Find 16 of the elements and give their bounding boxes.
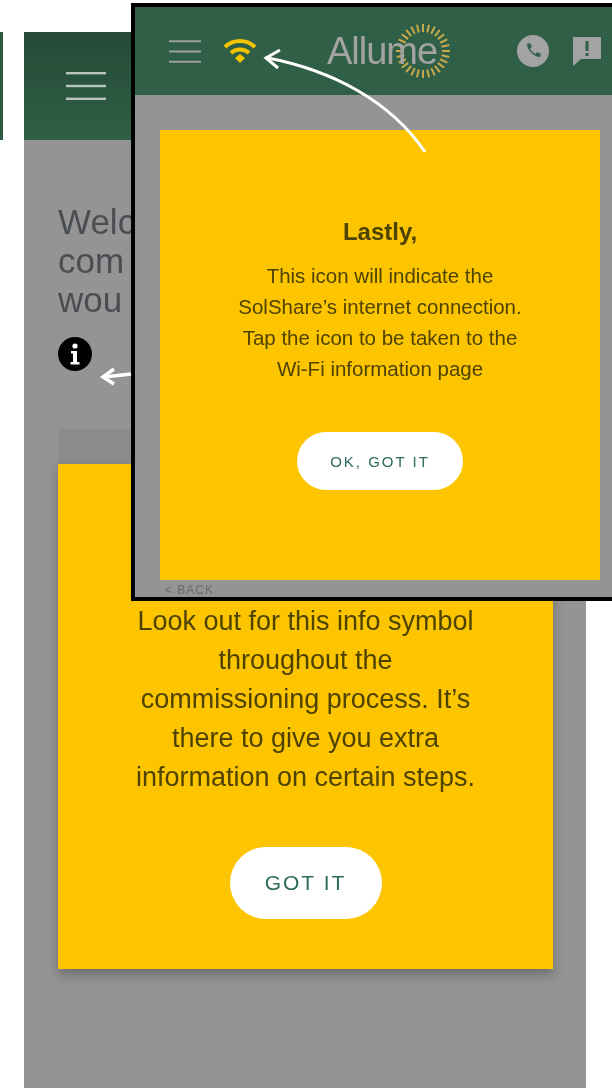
menu-icon[interactable] xyxy=(169,38,201,64)
card-message: This icon will indicate the SolShare’s internet connection. Tap the icon to be taken to the Wi-Fi information page xyxy=(237,263,523,382)
card-title: Lastly, xyxy=(342,218,418,246)
logo: Allume xyxy=(327,23,452,79)
welcome-text: com xyxy=(58,241,125,280)
got-it-button[interactable]: GOT IT xyxy=(229,847,382,919)
chat-alert-icon[interactable] xyxy=(571,35,603,67)
menu-icon[interactable] xyxy=(66,72,106,100)
card-message: Look out for this info symbol throughout the commissioning process. It’s there to give you extra information on certain steps. xyxy=(134,605,477,794)
wifi-icon[interactable] xyxy=(223,38,257,64)
phone-icon[interactable] xyxy=(517,35,549,67)
info-icon[interactable] xyxy=(58,337,92,371)
welcome-text: wou xyxy=(58,280,123,319)
welcome-text: Welc xyxy=(58,202,136,241)
ok-got-it-button[interactable]: OK, GOT IT xyxy=(297,432,463,490)
pointer-arrow xyxy=(99,367,132,386)
